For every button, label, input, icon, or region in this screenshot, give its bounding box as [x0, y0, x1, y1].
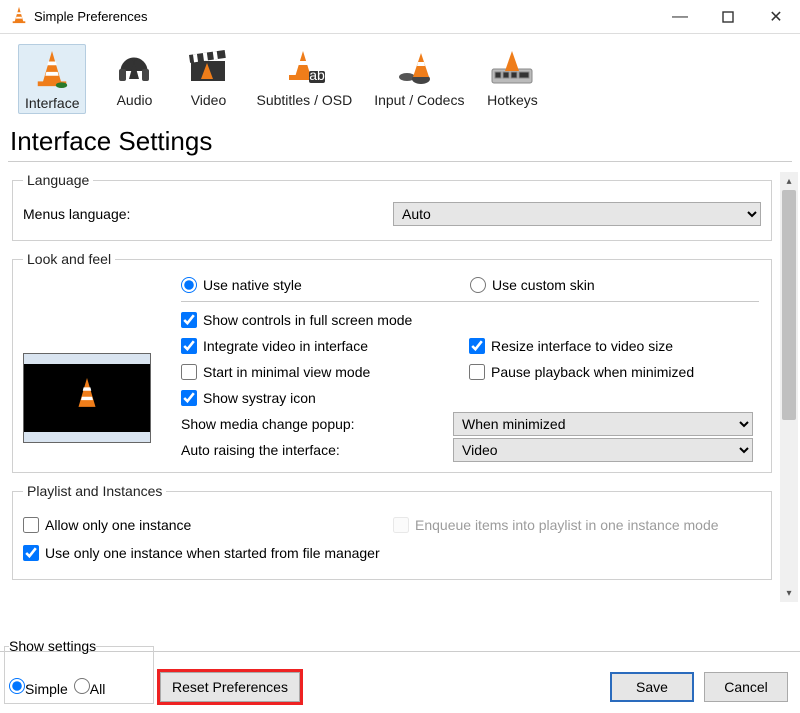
window-title: Simple Preferences — [34, 9, 656, 24]
scroll-up-icon[interactable]: ▴ — [780, 172, 798, 190]
checkbox-show-systray[interactable] — [181, 390, 197, 406]
group-playlist-instances: Playlist and Instances Allow only one in… — [12, 483, 772, 580]
tab-video[interactable]: Video — [182, 44, 234, 114]
radio-native-style[interactable]: Use native style — [181, 277, 470, 293]
audio-icon — [108, 44, 160, 90]
checkbox-allow-one-instance[interactable] — [23, 517, 39, 533]
auto-raise-select[interactable]: Video — [453, 438, 753, 462]
maximize-button[interactable] — [704, 0, 752, 34]
tab-input-codecs[interactable]: Input / Codecs — [374, 44, 464, 114]
menus-language-label: Menus language: — [23, 206, 393, 222]
show-settings-legend: Show settings — [9, 638, 96, 654]
subtitles-icon: ab — [278, 44, 330, 90]
media-popup-label: Show media change popup: — [181, 416, 445, 432]
close-button[interactable]: ✕ — [752, 0, 800, 34]
svg-text:ab: ab — [310, 67, 326, 83]
title-bar: Simple Preferences — ✕ — [0, 0, 800, 34]
scroll-down-icon[interactable]: ▾ — [780, 584, 798, 602]
group-playlist-legend: Playlist and Instances — [23, 483, 166, 499]
settings-scroll-area: Language Menus language: Auto Look and f… — [8, 168, 800, 606]
cancel-button[interactable]: Cancel — [704, 672, 788, 702]
vertical-scrollbar[interactable]: ▴ ▾ — [780, 172, 798, 602]
menus-language-select[interactable]: Auto — [393, 202, 761, 226]
radio-native-input[interactable] — [181, 277, 197, 293]
interface-icon — [26, 47, 78, 93]
checkbox-pause-minimized[interactable] — [469, 364, 485, 380]
tab-interface[interactable]: Interface — [18, 44, 86, 114]
input-codecs-icon — [393, 44, 445, 90]
footer: Show settings Simple All Reset Preferenc… — [0, 651, 800, 713]
scroll-track[interactable] — [780, 190, 798, 584]
auto-raise-label: Auto raising the interface: — [181, 442, 445, 458]
radio-simple[interactable]: Simple — [9, 678, 68, 697]
checkbox-show-controls-fullscreen[interactable] — [181, 312, 197, 328]
category-tabs: Interface Audio Video ab Subtitles / OSD… — [0, 34, 800, 120]
scroll-thumb[interactable] — [782, 190, 796, 420]
video-icon — [182, 44, 234, 90]
group-look-legend: Look and feel — [23, 251, 115, 267]
preview-thumbnail — [23, 353, 173, 443]
media-popup-select[interactable]: When minimized — [453, 412, 753, 436]
checkbox-one-instance-filemanager[interactable] — [23, 545, 39, 561]
radio-custom-skin[interactable]: Use custom skin — [470, 277, 759, 293]
checkbox-enqueue-items — [393, 517, 409, 533]
radio-custom-input[interactable] — [470, 277, 486, 293]
hotkeys-icon — [486, 44, 538, 90]
checkbox-start-minimal[interactable] — [181, 364, 197, 380]
checkbox-resize-interface[interactable] — [469, 338, 485, 354]
page-title: Interface Settings — [10, 126, 790, 157]
radio-all-input[interactable] — [74, 678, 90, 694]
tab-subtitles[interactable]: ab Subtitles / OSD — [256, 44, 352, 114]
show-settings-group: Show settings Simple All — [4, 638, 154, 704]
minimize-button[interactable]: — — [656, 0, 704, 34]
group-language-legend: Language — [23, 172, 93, 188]
tab-audio[interactable]: Audio — [108, 44, 160, 114]
tab-hotkeys[interactable]: Hotkeys — [486, 44, 538, 114]
app-icon — [10, 6, 28, 27]
save-button[interactable]: Save — [610, 672, 694, 702]
reset-preferences-button[interactable]: Reset Preferences — [160, 672, 300, 702]
radio-simple-input[interactable] — [9, 678, 25, 694]
divider — [8, 161, 792, 162]
radio-all[interactable]: All — [74, 678, 106, 697]
checkbox-integrate-video[interactable] — [181, 338, 197, 354]
group-look-and-feel: Look and feel Use native style Use custo… — [12, 251, 772, 473]
group-language: Language Menus language: Auto — [12, 172, 772, 241]
